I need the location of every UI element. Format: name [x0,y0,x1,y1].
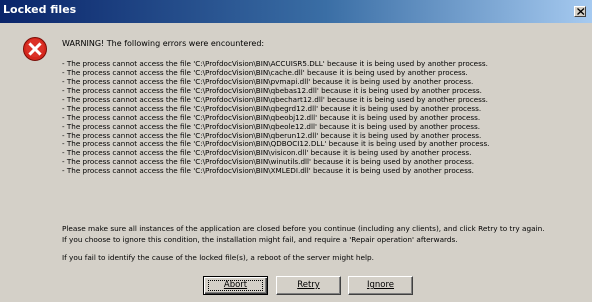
error-icon [23,37,47,61]
focus-rectangle [208,280,263,291]
ignore-button-label: Ignore [366,280,395,290]
retry-button-label: Retry [297,280,320,290]
abort-button[interactable]: Abort [203,276,268,295]
error-line: - The process cannot access the file 'C:… [62,166,474,176]
warning-heading: WARNING! The following errors were encou… [62,39,265,48]
instruction-reboot: If you fail to identify the cause of the… [62,253,374,262]
title-bar[interactable]: Locked files [0,0,592,23]
window-title: Locked files [3,3,77,16]
ignore-button[interactable]: Ignore [348,276,413,295]
instruction-retry: Please make sure all instances of the ap… [62,224,545,233]
instruction-ignore: If you choose to ignore this condition, … [62,235,458,244]
error-list: - The process cannot access the file 'C:… [62,59,489,176]
retry-button[interactable]: Retry [276,276,341,295]
locked-files-dialog: Locked files WARNING! The following erro… [0,0,592,302]
close-button[interactable] [574,6,586,17]
close-icon [577,8,585,15]
